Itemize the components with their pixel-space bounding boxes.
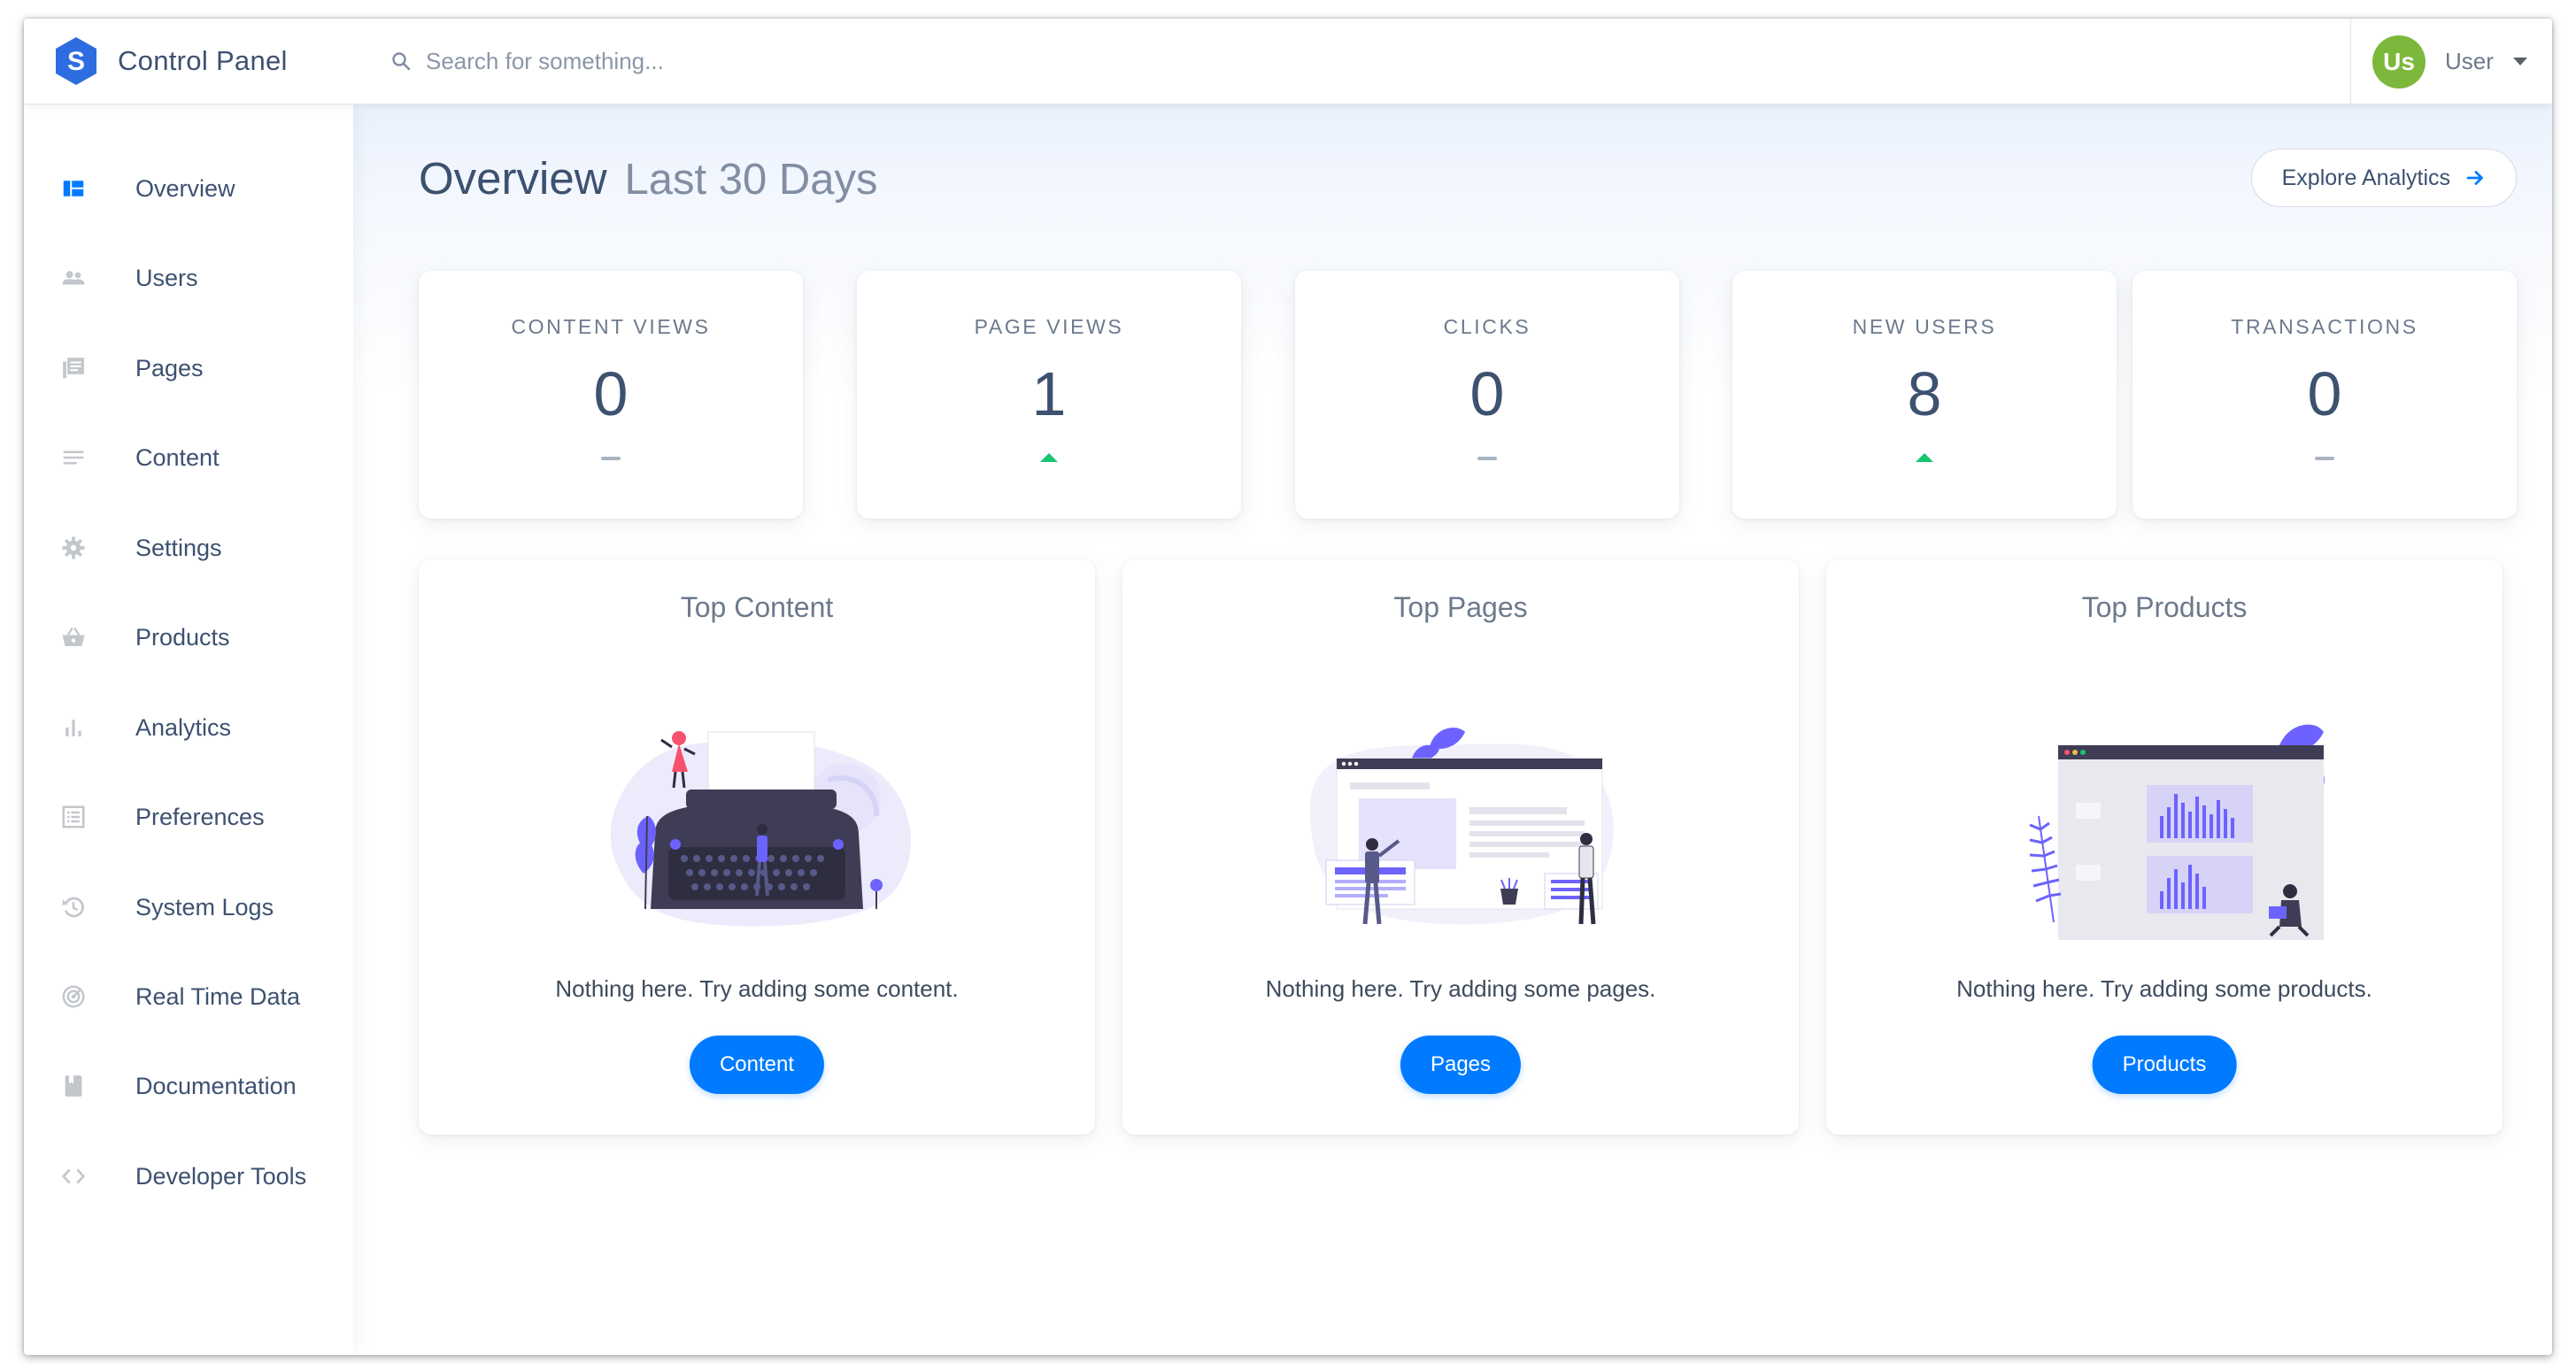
panel-title: Top Pages [1393, 591, 1528, 623]
dashboard-illustration [2029, 724, 2325, 940]
stat-card-content-views: CONTENT VIEWS 0 [419, 271, 803, 519]
radar-icon [59, 982, 88, 1011]
trend-flat-icon [1477, 457, 1497, 460]
stat-label: NEW USERS [1852, 315, 1997, 338]
page-subtitle: Last 30 Days [624, 156, 878, 204]
arrow-right-icon [2466, 171, 2483, 185]
panel-top-products: Top Products Nothing here. Try adding so… [1826, 559, 2503, 1135]
stat-label: CLICKS [1443, 315, 1531, 338]
caret-down-icon [2512, 58, 2527, 65]
typewriter-illustration [610, 731, 911, 927]
brand-name: Control Panel [118, 45, 288, 76]
top-navbar: S Control Panel Us User [24, 19, 2552, 104]
trend-flat-icon [2315, 457, 2334, 460]
sidebar-item-content[interactable]: Content [24, 426, 353, 489]
main-content: Overview Last 30 Days Explore Analytics … [353, 104, 2552, 1355]
pages-icon [59, 354, 88, 382]
fern [2029, 815, 2062, 923]
panel-top-pages: Top Pages Nothing here. Try adding some … [1122, 559, 1799, 1135]
webpage-illustration [1310, 728, 1614, 925]
panel-empty-message: Nothing here. Try adding some pages. [1265, 975, 1656, 1002]
sidebar-item-users[interactable]: Users [24, 246, 353, 310]
sidebar-item-label: Preferences [135, 803, 265, 830]
code-icon [59, 1162, 88, 1190]
sidebar-item-analytics[interactable]: Analytics [24, 696, 353, 759]
sidebar-item-label: Users [135, 264, 198, 291]
stat-value: 1 [1031, 359, 1067, 428]
stat-card-transactions: TRANSACTIONS 0 [2133, 271, 2517, 519]
gear-icon [59, 534, 88, 562]
search-input[interactable] [426, 42, 1222, 81]
stat-value: 8 [1907, 359, 1942, 428]
explore-analytics-label: Explore Analytics [2281, 165, 2450, 190]
sidebar-item-label: Developer Tools [135, 1162, 307, 1190]
sidebar-item-label: Analytics [135, 713, 232, 741]
sidebar-item-label: Documentation [135, 1072, 297, 1099]
svg-text:S: S [67, 47, 85, 76]
sidebar-item-label: Content [135, 443, 220, 471]
page-title: Overview [419, 153, 607, 204]
dashboard-icon [59, 174, 88, 203]
top-panels-row: Top Content Nothing here. Try adding som… [419, 559, 2517, 1135]
user-name: User [2445, 48, 2494, 74]
users-icon [59, 264, 88, 292]
stat-label: PAGE VIEWS [974, 315, 1124, 338]
trend-flat-icon [601, 457, 621, 460]
user-menu[interactable]: Us User [2350, 19, 2552, 104]
history-icon [59, 893, 88, 921]
stat-value: 0 [2307, 359, 2342, 428]
trend-up-icon [1040, 453, 1058, 462]
stat-value: 0 [593, 359, 629, 428]
stat-label: TRANSACTIONS [2231, 315, 2418, 338]
list-icon [59, 803, 88, 831]
content-icon [59, 443, 88, 472]
sidebar-item-label: Pages [135, 354, 204, 381]
sidebar-item-label: Real Time Data [135, 982, 301, 1010]
bar-chart-icon [59, 713, 88, 742]
sidebar-item-products[interactable]: Products [24, 605, 353, 669]
stats-row: CONTENT VIEWS 0 PAGE VIEWS 1 CLICKS 0 NE… [419, 271, 2517, 519]
sidebar-item-system-logs[interactable]: System Logs [24, 875, 353, 939]
brand-logo-icon: S [56, 37, 96, 85]
sidebar-item-developer-tools[interactable]: Developer Tools [24, 1144, 353, 1208]
figure-right [1578, 833, 1596, 925]
sidebar-item-label: Products [135, 623, 230, 651]
panel-title: Top Content [680, 591, 834, 623]
trend-up-icon [1916, 453, 1933, 462]
sidebar-item-documentation[interactable]: Documentation [24, 1054, 353, 1118]
panel-title: Top Products [2081, 591, 2248, 623]
sidebar-item-label: Settings [135, 534, 222, 561]
sidebar-item-preferences[interactable]: Preferences [24, 785, 353, 849]
panel-empty-message: Nothing here. Try adding some content. [555, 975, 959, 1002]
book-icon [59, 1072, 88, 1100]
panel-top-content: Top Content Nothing here. Try adding som… [419, 559, 1095, 1135]
panel-empty-message: Nothing here. Try adding some products. [1956, 975, 2372, 1002]
sidebar-item-label: System Logs [135, 893, 274, 920]
search-icon [392, 52, 411, 71]
search-bar [390, 42, 1222, 81]
content-button[interactable]: Content [689, 1036, 825, 1094]
sidebar-item-settings[interactable]: Settings [24, 516, 353, 580]
stat-card-clicks: CLICKS 0 [1295, 271, 1679, 519]
sidebar-item-label: Overview [135, 174, 235, 202]
stat-value: 0 [1469, 359, 1505, 428]
sidebar-item-real-time-data[interactable]: Real Time Data [24, 965, 353, 1028]
avatar: Us [2372, 35, 2426, 89]
app-window: S Control Panel Us User Overview [24, 19, 2552, 1355]
stat-card-new-users: NEW USERS 8 [1732, 271, 2117, 519]
products-button[interactable]: Products [2092, 1036, 2237, 1094]
stat-card-page-views: PAGE VIEWS 1 [857, 271, 1241, 519]
explore-analytics-button[interactable]: Explore Analytics [2250, 149, 2517, 207]
stat-label: CONTENT VIEWS [511, 315, 711, 338]
sidebar-item-pages[interactable]: Pages [24, 336, 353, 400]
page-header: Overview Last 30 Days [419, 152, 878, 204]
pages-button[interactable]: Pages [1400, 1036, 1522, 1094]
sidebar: Overview Users Pages Content Settings Pr… [24, 104, 353, 1355]
brand[interactable]: S Control Panel [54, 35, 288, 88]
sidebar-item-overview[interactable]: Overview [24, 157, 353, 220]
basket-icon [59, 623, 88, 651]
